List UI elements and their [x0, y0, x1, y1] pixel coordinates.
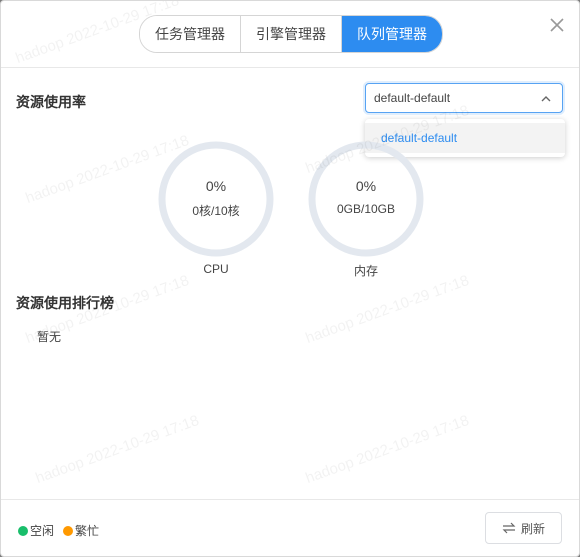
refresh-button[interactable]: 刷新 [485, 512, 562, 544]
memory-caption: 内存 [353, 264, 378, 278]
cpu-percent: 0% [205, 178, 227, 194]
cpu-detail: 0核/10核 [192, 204, 240, 218]
idle-dot-icon [18, 525, 28, 536]
close-icon[interactable] [547, 15, 567, 35]
legend-busy: 繁忙 [63, 522, 99, 539]
dialog-header: 任务管理器 引擎管理器 队列管理器 [1, 1, 579, 68]
memory-ring-track [308, 141, 424, 257]
dialog-footer: 空闲 繁忙 刷新 [1, 499, 579, 556]
legend-busy-label: 繁忙 [75, 524, 100, 538]
watermark: hadoop 2022-10-29 17:18 [303, 271, 472, 348]
watermark: hadoop 2022-10-29 17:18 [303, 411, 472, 488]
ranking-empty-text: 暂无 [37, 330, 62, 344]
tab-queue-manager[interactable]: 队列管理器 [342, 16, 442, 52]
cpu-usage-ring: 0% 0核/10核 [156, 139, 276, 259]
queue-select-value: default-default [374, 91, 451, 105]
tab-engine-manager[interactable]: 引擎管理器 [241, 16, 342, 52]
resource-ranking-title: 资源使用排行榜 [16, 295, 114, 311]
refresh-icon [502, 522, 516, 534]
legend-idle-label: 空闲 [30, 524, 55, 538]
cpu-ring-track [158, 141, 274, 257]
refresh-label: 刷新 [520, 521, 545, 536]
memory-usage-ring: 0% 0GB/10GB [306, 139, 426, 259]
busy-dot-icon [63, 525, 73, 536]
queue-select[interactable]: default-default [365, 83, 563, 113]
memory-detail: 0GB/10GB [336, 202, 396, 216]
tab-task-manager[interactable]: 任务管理器 [140, 16, 241, 52]
resource-usage-title: 资源使用率 [16, 94, 86, 110]
manager-tab-switch: 任务管理器 引擎管理器 队列管理器 [139, 15, 443, 53]
queue-manager-dialog: 任务管理器 引擎管理器 队列管理器 资源使用率 default-default … [0, 0, 580, 557]
legend-idle: 空闲 [18, 522, 54, 539]
memory-percent: 0% [355, 178, 377, 194]
chevron-up-icon [541, 96, 551, 102]
cpu-caption: CPU [203, 262, 229, 276]
watermark: hadoop 2022-10-29 17:18 [33, 411, 202, 488]
